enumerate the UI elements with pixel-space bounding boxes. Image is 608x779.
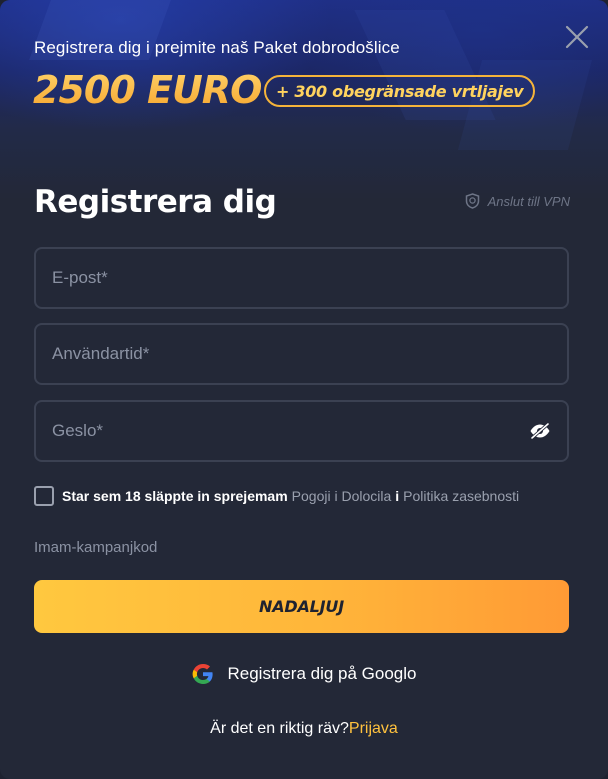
close-icon [565, 25, 589, 49]
username-field [34, 323, 569, 385]
username-input[interactable] [52, 344, 551, 364]
free-spins-badge: + 300 obegränsade vrtljajev [264, 75, 536, 107]
shield-icon [465, 193, 479, 209]
page-title: Registrera dig [34, 184, 277, 220]
registration-modal: Registrera dig i prejmite naš Paket dobr… [0, 0, 608, 779]
promo-code-toggle[interactable]: Imam-kampanjkod [34, 539, 157, 556]
vpn-label: Anslut till VPN [487, 193, 570, 209]
google-icon [193, 664, 214, 684]
terms-row: Star sem 18 släppte in sprejemam Pogoji … [34, 486, 519, 506]
close-button[interactable] [564, 24, 590, 50]
free-spins-label: + 300 obegränsade vrtljajev [276, 81, 524, 101]
google-signup-button[interactable]: Registrera dig på Googlo [0, 662, 608, 686]
terms-text: Star sem 18 släppte in sprejemam [62, 488, 288, 504]
password-field [34, 400, 569, 462]
google-signup-label: Registrera dig på Googlo [227, 664, 417, 683]
vpn-link[interactable]: Anslut till VPN [465, 193, 570, 209]
bonus-amount: 2500 EURO [33, 68, 262, 112]
email-field [34, 247, 569, 309]
password-input[interactable] [52, 421, 529, 441]
login-prompt-row: Är det en riktig räv?Prijava [0, 720, 608, 738]
login-link[interactable]: Prijava [349, 720, 398, 737]
terms-link[interactable]: Pogoji i Dolocila [292, 488, 392, 504]
continue-button[interactable]: NADALJUJ [34, 580, 569, 633]
email-input[interactable] [52, 268, 551, 288]
login-prompt: Är det en riktig räv? [210, 720, 349, 737]
promo-text: Registrera dig i prejmite naš Paket dobr… [34, 38, 400, 57]
terms-checkbox[interactable] [34, 486, 54, 506]
toggle-password-visibility[interactable] [529, 422, 551, 440]
privacy-link[interactable]: Politika zasebnosti [403, 488, 519, 504]
terms-and: i [395, 488, 400, 504]
eye-hidden-icon [530, 422, 550, 440]
